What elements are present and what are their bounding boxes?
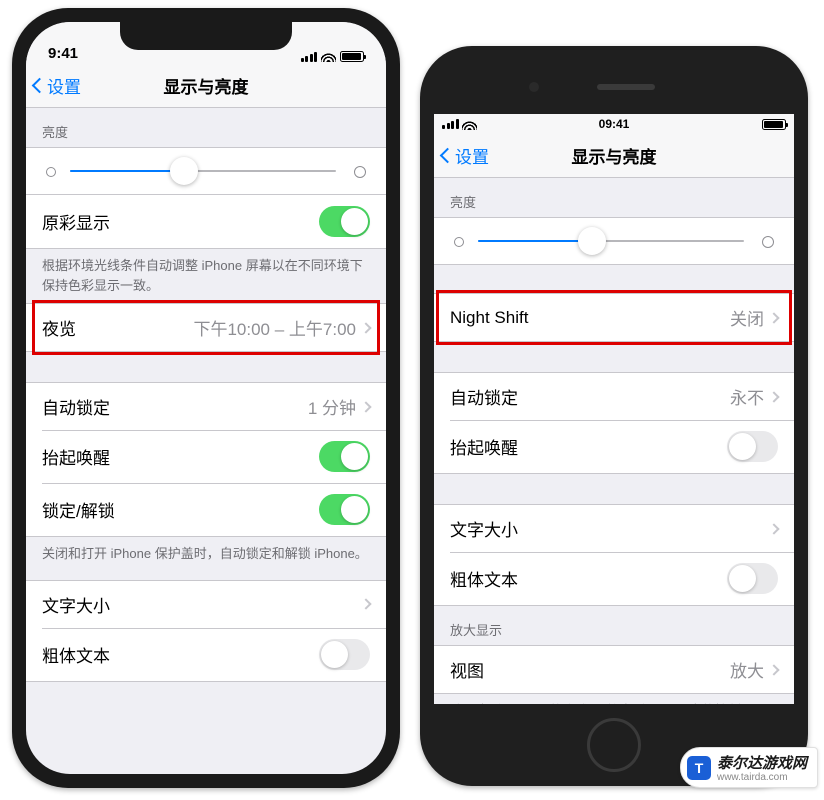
iphone-8-device: 09:41 设置 显示与亮度 亮度 [420, 46, 808, 786]
auto-lock-label: 自动锁定 [42, 394, 110, 419]
chevron-left-icon [32, 78, 48, 94]
lock-unlock-label: 锁定/解锁 [42, 497, 115, 522]
settings-content[interactable]: 亮度 Night Shift 关闭 [434, 178, 794, 704]
chevron-right-icon [360, 322, 371, 333]
brightness-slider[interactable] [70, 170, 336, 172]
sun-large-icon [756, 230, 778, 252]
chevron-right-icon [360, 401, 371, 412]
raise-to-wake-label: 抬起唤醒 [450, 434, 518, 459]
bold-text-row: 粗体文本 [26, 628, 386, 681]
signal-icon [442, 119, 459, 129]
chevron-right-icon [768, 664, 779, 675]
lock-unlock-row: 锁定/解锁 [26, 483, 386, 536]
back-button[interactable]: 设置 [442, 143, 489, 168]
true-tone-footer: 根据环境光线条件自动调整 iPhone 屏幕以在不同环境下保持色彩显示一致。 [26, 249, 386, 303]
speaker-grille [597, 84, 655, 90]
nav-bar: 设置 显示与亮度 [26, 64, 386, 108]
page-title: 显示与亮度 [572, 143, 657, 168]
raise-to-wake-row: 抬起唤醒 [434, 420, 794, 473]
night-shift-label: 夜览 [42, 315, 76, 340]
watermark-logo-icon: T [687, 756, 711, 780]
brightness-slider-row [434, 217, 794, 265]
sun-large-icon [348, 160, 370, 182]
raise-to-wake-toggle[interactable] [727, 431, 778, 462]
bezel-top [434, 60, 794, 114]
iphone-8-screen: 09:41 设置 显示与亮度 亮度 [434, 114, 794, 704]
auto-lock-value: 1 分钟 [110, 394, 356, 419]
iphone-x-device: 9:41 设置 显示与亮度 亮度 [12, 8, 400, 788]
view-zoom-label: 视图 [450, 657, 484, 682]
lock-unlock-footer: 关闭和打开 iPhone 保护盖时，自动锁定和解锁 iPhone。 [26, 537, 386, 572]
home-button[interactable] [587, 718, 641, 772]
raise-to-wake-toggle[interactable] [319, 441, 370, 472]
auto-lock-label: 自动锁定 [450, 384, 518, 409]
bold-text-toggle[interactable] [727, 563, 778, 594]
nav-bar: 设置 显示与亮度 [434, 134, 794, 178]
slider-thumb[interactable] [578, 227, 606, 255]
battery-icon [340, 51, 364, 62]
night-shift-row[interactable]: Night Shift 关闭 [434, 294, 794, 341]
view-zoom-row[interactable]: 视图 放大 [434, 646, 794, 693]
back-button[interactable]: 设置 [34, 73, 81, 98]
watermark-text: 泰尔达游戏网 [717, 755, 807, 772]
auto-lock-row[interactable]: 自动锁定 永不 [434, 373, 794, 420]
bold-text-toggle[interactable] [319, 639, 370, 670]
slider-thumb[interactable] [170, 157, 198, 185]
watermark: T 泰尔达游戏网 www.tairda.com [680, 747, 818, 788]
brightness-header: 亮度 [26, 108, 386, 147]
raise-to-wake-row: 抬起唤醒 [26, 430, 386, 483]
chevron-right-icon [768, 523, 779, 534]
bold-text-label: 粗体文本 [42, 642, 110, 667]
true-tone-row: 原彩显示 [26, 195, 386, 248]
bold-text-label: 粗体文本 [450, 566, 518, 591]
sun-small-icon [450, 233, 466, 249]
status-bar: 09:41 [434, 114, 794, 134]
text-size-label: 文字大小 [42, 592, 110, 617]
night-shift-row[interactable]: 夜览 下午10:00 – 上午7:00 [26, 304, 386, 351]
zoom-footer: 选取查看 iPhone 的方式。"放大"会显示更大的控制项。"标准"会显示更多的… [434, 694, 794, 704]
night-shift-value: 关闭 [528, 305, 764, 330]
wifi-icon [462, 119, 477, 130]
text-size-label: 文字大小 [450, 516, 518, 541]
brightness-slider-row [26, 147, 386, 195]
settings-content[interactable]: 亮度 原彩显示 根据环境光线条件自动调整 iPhone 屏幕以在不同环境下保持色… [26, 108, 386, 682]
sun-small-icon [42, 163, 58, 179]
brightness-slider[interactable] [478, 240, 744, 242]
true-tone-toggle[interactable] [319, 206, 370, 237]
zoom-header: 放大显示 [434, 606, 794, 645]
true-tone-label: 原彩显示 [42, 209, 110, 234]
back-label: 设置 [455, 143, 489, 168]
chevron-left-icon [440, 148, 456, 164]
watermark-url: www.tairda.com [717, 773, 807, 783]
status-time: 9:41 [48, 45, 104, 62]
back-label: 设置 [47, 73, 81, 98]
auto-lock-value: 永不 [518, 384, 764, 409]
text-size-row[interactable]: 文字大小 [434, 505, 794, 552]
view-zoom-value: 放大 [484, 657, 764, 682]
notch [120, 22, 292, 50]
lock-unlock-toggle[interactable] [319, 494, 370, 525]
chevron-right-icon [360, 598, 371, 609]
chevron-right-icon [768, 391, 779, 402]
signal-icon [301, 52, 318, 62]
text-size-row[interactable]: 文字大小 [26, 581, 386, 628]
night-shift-value: 下午10:00 – 上午7:00 [76, 315, 356, 340]
auto-lock-row[interactable]: 自动锁定 1 分钟 [26, 383, 386, 430]
page-title: 显示与亮度 [164, 73, 249, 98]
raise-to-wake-label: 抬起唤醒 [42, 444, 110, 469]
iphone-x-screen: 9:41 设置 显示与亮度 亮度 [26, 22, 386, 774]
wifi-icon [321, 51, 336, 62]
battery-icon [762, 119, 786, 130]
chevron-right-icon [768, 312, 779, 323]
brightness-header: 亮度 [434, 178, 794, 217]
front-camera [529, 82, 539, 92]
bold-text-row: 粗体文本 [434, 552, 794, 605]
night-shift-label: Night Shift [450, 308, 528, 328]
status-time: 09:41 [599, 117, 630, 131]
